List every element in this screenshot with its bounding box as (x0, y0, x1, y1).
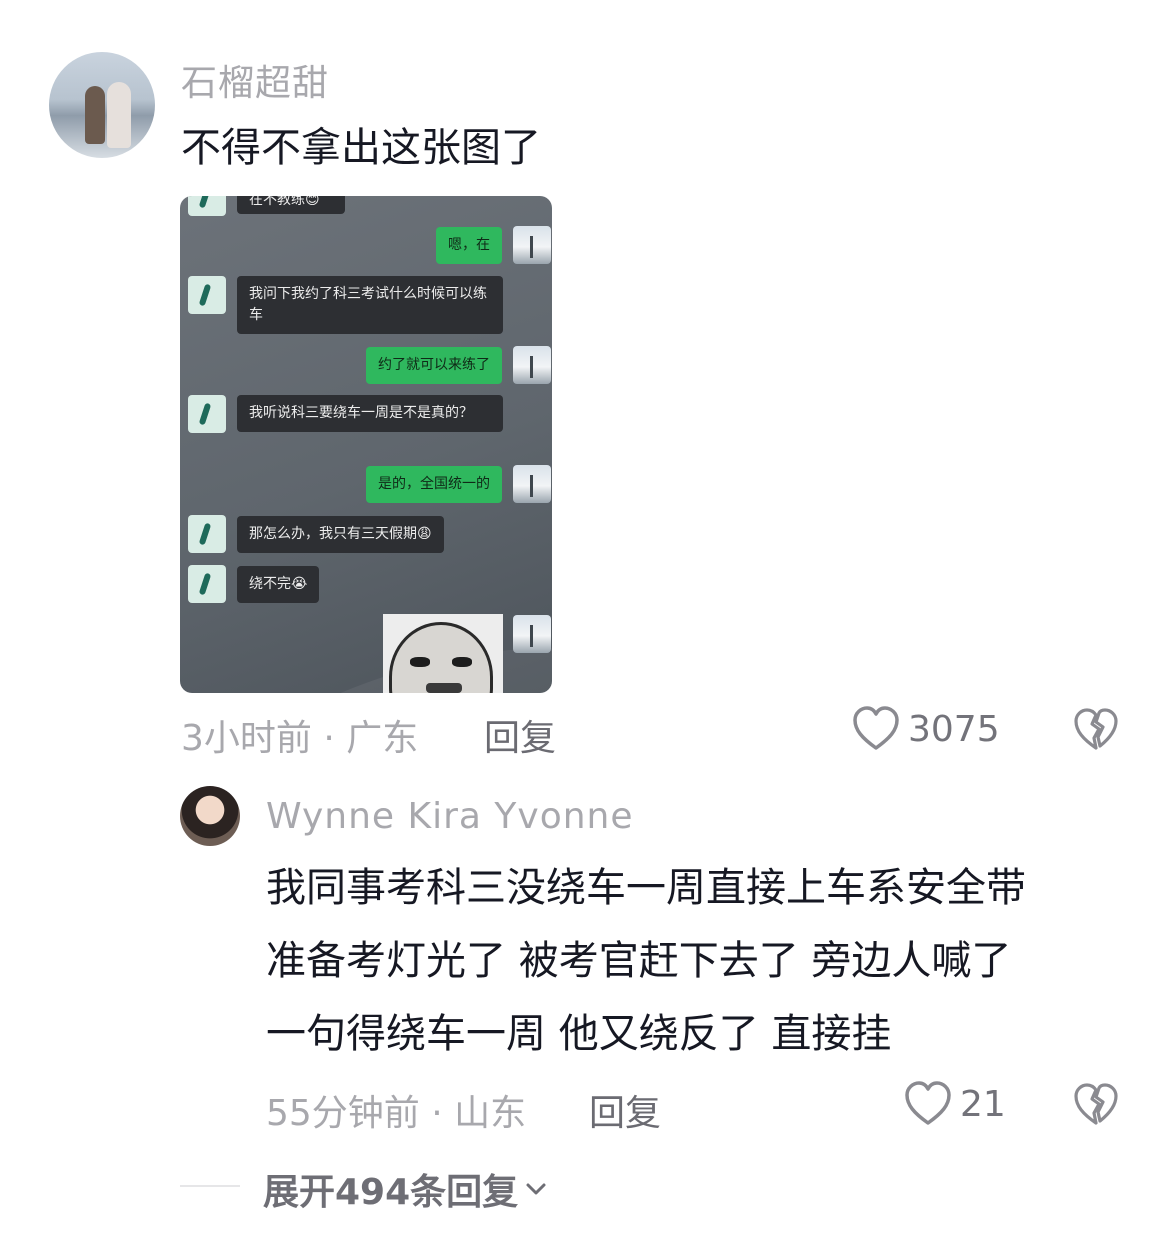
chat-avatar-right (513, 465, 551, 503)
broken-heart-icon[interactable] (1073, 708, 1119, 752)
heart-outline-icon (853, 706, 899, 750)
chat-message: 嗯，在 (436, 227, 502, 264)
chat-message: 是的，全国统一的 (366, 466, 502, 503)
reply-time-location: 55分钟前 · 山东 (266, 1093, 527, 1134)
comment-time-location: 3小时前 · 广东 (181, 718, 419, 759)
expand-replies-button[interactable]: 展开494条回复 (263, 1163, 548, 1215)
broken-heart-icon[interactable] (1073, 1083, 1119, 1127)
reply-text-line: 我同事考科三没绕车一周直接上车系安全带 (266, 865, 1026, 911)
like-button[interactable]: 3075 (852, 706, 1000, 752)
like-count: 3075 (908, 708, 1000, 750)
chat-avatar-right (513, 346, 551, 384)
commenter-avatar[interactable] (49, 52, 155, 158)
chat-message: 那怎么办，我只有三天假期😩 (237, 516, 444, 553)
chat-avatar-left (188, 515, 226, 553)
expand-replies-label: 展开494条回复 (263, 1172, 519, 1213)
reply-text-line: 准备考灯光了 被考官赶下去了 旁边人喊了 (266, 938, 1012, 984)
reply-text-line: 一句得绕车一周 他又绕反了 直接挂 (266, 1011, 892, 1057)
chat-message: 在不教练😊 (237, 196, 345, 214)
comment-image[interactable]: 在不教练😊 嗯，在 我问下我约了科三考试什么时候可以练车 约了就可以来练了 我听… (180, 196, 552, 693)
reply-avatar[interactable] (180, 786, 240, 846)
chat-message: 绕不完😭 (237, 566, 320, 603)
heart-outline-icon (905, 1081, 951, 1125)
chat-avatar-right (513, 615, 551, 653)
chat-avatar-right (513, 226, 551, 264)
chat-message: 我问下我约了科三考试什么时候可以练车 (237, 276, 503, 334)
chevron-down-icon (526, 1183, 546, 1195)
comment-text: 不得不拿出这张图了 (181, 125, 541, 171)
reply-username[interactable]: Wynne Kira Yvonne (266, 796, 634, 837)
commenter-username[interactable]: 石榴超甜 (181, 54, 329, 106)
chat-avatar-left (188, 196, 226, 216)
reply-like-count: 21 (960, 1083, 1006, 1125)
chat-avatar-left (188, 276, 226, 314)
chat-message: 我听说科三要绕车一周是不是真的？ (237, 395, 503, 432)
reply-like-button[interactable]: 21 (904, 1081, 1006, 1127)
reply-reply-button[interactable]: 回复 (589, 1084, 661, 1136)
chat-avatar-left (188, 395, 226, 433)
chat-message: 约了就可以来练了 (366, 347, 502, 384)
chat-avatar-left (188, 565, 226, 603)
meme-sticker (383, 614, 503, 693)
reply-button[interactable]: 回复 (484, 709, 556, 761)
expand-divider (180, 1185, 240, 1187)
